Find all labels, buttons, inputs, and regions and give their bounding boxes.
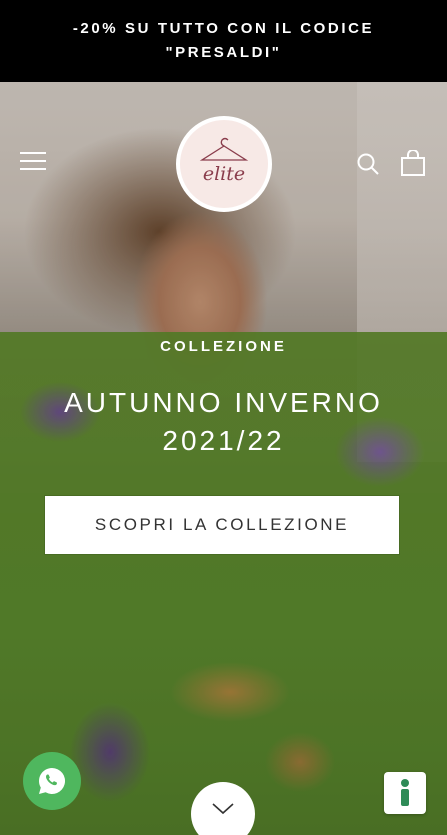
promo-line-2: "PRESALDI" xyxy=(165,44,282,61)
hero-headline-line-1: AUTUNNO INVERNO xyxy=(64,387,383,418)
menu-icon[interactable] xyxy=(20,152,46,172)
site-logo[interactable]: elite xyxy=(176,116,272,212)
logo-text: elite xyxy=(203,163,245,185)
search-icon[interactable] xyxy=(356,152,380,176)
hero-eyebrow: COLLEZIONE xyxy=(160,338,287,355)
whatsapp-button[interactable] xyxy=(23,752,81,810)
whatsapp-icon xyxy=(39,768,66,794)
promo-line-1: -20% SU TUTTO CON IL CODICE xyxy=(72,20,375,37)
hero-headline-line-2: 2021/22 xyxy=(162,425,285,456)
promo-banner: -20% SU TUTTO CON IL CODICE "PRESALDI" xyxy=(0,0,447,82)
hero-headline: AUTUNNO INVERNO 2021/22 xyxy=(0,384,447,460)
accessibility-button[interactable] xyxy=(384,772,426,814)
cart-icon[interactable] xyxy=(400,149,426,176)
discover-collection-button[interactable]: SCOPRI LA COLLEZIONE xyxy=(45,496,399,554)
accessibility-icon xyxy=(401,779,409,806)
hanger-logo-icon: elite xyxy=(199,137,249,185)
chevron-down-icon xyxy=(212,803,234,815)
